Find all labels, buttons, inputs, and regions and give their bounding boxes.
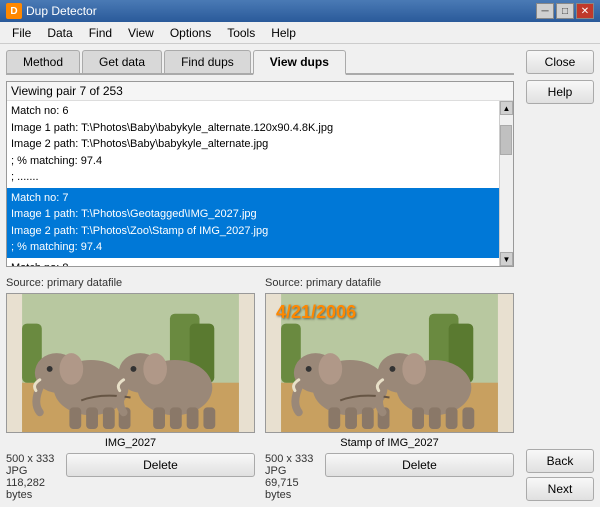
menu-options[interactable]: Options (162, 24, 219, 42)
image-source-label-2: Source: primary datafile (265, 277, 514, 289)
list-item[interactable]: Match no: 6 Image 1 path: T:\Photos\Baby… (7, 101, 499, 188)
list-line: Image 1 path: T:\Photos\Baby\babykyle_al… (11, 120, 495, 137)
menu-file[interactable]: File (4, 24, 39, 42)
image-name-2: Stamp of IMG_2027 (265, 437, 514, 449)
list-item[interactable]: Match no: 8 (7, 258, 499, 267)
app-icon: D (6, 3, 22, 19)
tab-method[interactable]: Method (6, 50, 80, 73)
list-line: Image 2 path: T:\Photos\Zoo\Stamp of IMG… (11, 223, 495, 240)
delete-button-2[interactable]: Delete (325, 453, 514, 477)
list-header: Viewing pair 7 of 253 (7, 82, 513, 101)
list-panel: Viewing pair 7 of 253 Match no: 6 Image … (6, 81, 514, 267)
images-section: Source: primary datafile (6, 277, 514, 501)
back-button[interactable]: Back (526, 449, 594, 473)
left-area: Method Get data Find dups View dups View… (0, 44, 520, 507)
image-info-1: 500 x 333 JPG 118,282 bytes (6, 453, 60, 501)
tabs-row: Method Get data Find dups View dups (6, 50, 514, 75)
list-item-selected[interactable]: Match no: 7 Image 1 path: T:\Photos\Geot… (7, 188, 499, 258)
image-name-1: IMG_2027 (6, 437, 255, 449)
image-bytes-1: 118,282 bytes (6, 477, 60, 501)
delete-button-1[interactable]: Delete (66, 453, 255, 477)
image-info-2: 500 x 333 JPG 69,715 bytes (265, 453, 319, 501)
tab-find-dups[interactable]: Find dups (164, 50, 251, 73)
window-close-button[interactable]: ✕ (576, 3, 594, 19)
help-button[interactable]: Help (526, 80, 594, 104)
menu-view[interactable]: View (120, 24, 162, 42)
list-content[interactable]: Match no: 6 Image 1 path: T:\Photos\Baby… (7, 101, 513, 266)
title-bar: D Dup Detector ─ □ ✕ (0, 0, 600, 22)
image-size-2: 500 x 333 JPG (265, 453, 319, 477)
scroll-track[interactable] (500, 115, 513, 252)
image-panel-1: Source: primary datafile (6, 277, 255, 501)
list-line: ; ....... (11, 169, 495, 186)
main-container: Method Get data Find dups View dups View… (0, 44, 600, 507)
tab-get-data[interactable]: Get data (82, 50, 162, 73)
list-scrollbar[interactable]: ▲ ▼ (499, 101, 513, 266)
image-frame-2: 4/21/2006 (265, 293, 514, 433)
list-items: Match no: 6 Image 1 path: T:\Photos\Baby… (7, 101, 499, 266)
date-overlay: 4/21/2006 (276, 302, 356, 323)
scroll-up-button[interactable]: ▲ (500, 101, 513, 115)
tab-view-dups[interactable]: View dups (253, 50, 346, 75)
image-source-label-1: Source: primary datafile (6, 277, 255, 289)
image-panel-2: Source: primary datafile (265, 277, 514, 501)
menu-tools[interactable]: Tools (219, 24, 263, 42)
image-frame-1 (6, 293, 255, 433)
image-bytes-2: 69,715 bytes (265, 477, 319, 501)
list-line: Match no: 8 (11, 260, 495, 267)
list-line: ; % matching: 97.4 (11, 153, 495, 170)
maximize-button[interactable]: □ (556, 3, 574, 19)
next-button[interactable]: Next (526, 477, 594, 501)
image-actions-2: 500 x 333 JPG 69,715 bytes Delete (265, 453, 514, 501)
menu-help[interactable]: Help (263, 24, 304, 42)
minimize-button[interactable]: ─ (536, 3, 554, 19)
title-controls[interactable]: ─ □ ✕ (536, 3, 594, 19)
list-line: Image 2 path: T:\Photos\Baby\babykyle_al… (11, 136, 495, 153)
title-bar-left: D Dup Detector (6, 3, 97, 19)
nav-buttons: Back Next (526, 449, 594, 501)
right-sidebar: Close Help Back Next (520, 44, 600, 507)
list-line: ; % matching: 97.4 (11, 239, 495, 256)
menu-data[interactable]: Data (39, 24, 80, 42)
close-button[interactable]: Close (526, 50, 594, 74)
scroll-down-button[interactable]: ▼ (500, 252, 513, 266)
image-size-1: 500 x 333 JPG (6, 453, 60, 477)
window-title: Dup Detector (26, 4, 97, 18)
list-line: Image 1 path: T:\Photos\Geotagged\IMG_20… (11, 206, 495, 223)
menu-bar: File Data Find View Options Tools Help (0, 22, 600, 44)
menu-find[interactable]: Find (81, 24, 120, 42)
scroll-thumb[interactable] (500, 125, 512, 155)
list-line: Match no: 7 (11, 190, 495, 207)
list-line: Match no: 6 (11, 103, 495, 120)
image-actions-1: 500 x 333 JPG 118,282 bytes Delete (6, 453, 255, 501)
